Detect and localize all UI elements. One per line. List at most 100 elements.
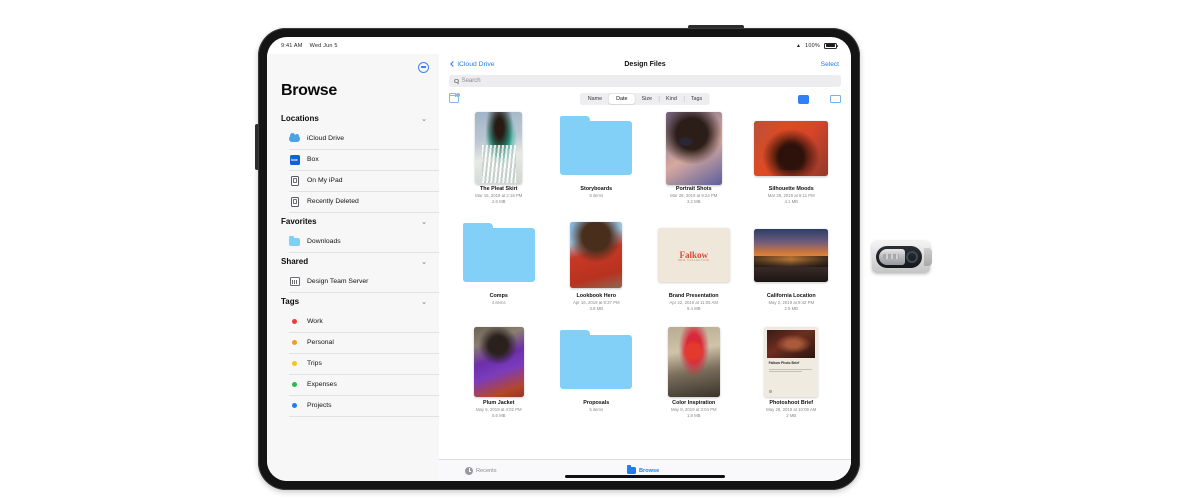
usb-keyring-loop bbox=[906, 251, 918, 263]
sort-tab-name[interactable]: Name bbox=[581, 94, 609, 103]
file-item-count: 4 items bbox=[491, 299, 506, 305]
nav-title: Design Files bbox=[624, 60, 666, 68]
sidebar-item-label: Recently Deleted bbox=[307, 198, 359, 205]
view-mode-group bbox=[798, 94, 841, 104]
sort-tab-kind[interactable]: Kind bbox=[659, 94, 684, 103]
select-button[interactable]: Select bbox=[821, 61, 839, 68]
file-item[interactable]: Silhouette Moods Mar 29, 2019 at 8:11 PM… bbox=[748, 111, 836, 218]
device-volume-button[interactable] bbox=[255, 124, 259, 170]
home-indicator[interactable] bbox=[565, 475, 725, 478]
thumbnail-wrap bbox=[455, 218, 543, 292]
sidebar-section-tags[interactable]: Tags ⌄ bbox=[267, 292, 439, 311]
downloads-folder-icon bbox=[289, 235, 300, 247]
list-view-icon[interactable] bbox=[815, 95, 824, 103]
file-name: Portrait Shots bbox=[675, 186, 712, 192]
file-item[interactable]: Color Inspiration May 8, 2019 at 3:04 PM… bbox=[650, 325, 738, 432]
chevron-down-icon[interactable]: ⌄ bbox=[421, 258, 427, 266]
sidebar-section-locations[interactable]: Locations ⌄ bbox=[267, 109, 439, 128]
sidebar-item-box[interactable]: box Box bbox=[267, 149, 439, 170]
recents-clock-icon bbox=[465, 466, 473, 475]
sort-tab-date[interactable]: Date bbox=[609, 94, 635, 104]
file-item[interactable]: The Pleat Skirt Mar 15, 2019 at 2:18 PM … bbox=[455, 111, 543, 218]
sidebar-item-label: Projects bbox=[307, 402, 332, 409]
thumbnail-brand-sub: NEW COLLECTION bbox=[677, 259, 710, 263]
file-name: Brand Presentation bbox=[668, 293, 719, 299]
thumbnail-wrap bbox=[553, 218, 641, 292]
browse-folder-icon bbox=[627, 465, 636, 474]
grid-view-icon[interactable] bbox=[798, 94, 809, 104]
sidebar-top-bar bbox=[267, 54, 439, 80]
sidebar-item-tag-trips[interactable]: Trips bbox=[267, 353, 439, 374]
sidebar-item-downloads[interactable]: Downloads bbox=[267, 231, 439, 252]
file-item-count: 5 items bbox=[589, 406, 604, 412]
sidebar-scroll[interactable]: Locations ⌄ iCloud Drive box Box On My i… bbox=[267, 109, 439, 481]
file-name: The Pleat Skirt bbox=[480, 186, 518, 192]
file-name: Proposals bbox=[583, 400, 610, 406]
file-item[interactable]: Falkow Photo Brief Photoshoot Brief May … bbox=[748, 325, 836, 432]
chevron-down-icon[interactable]: ⌄ bbox=[421, 115, 427, 123]
tag-dot-icon bbox=[289, 358, 300, 369]
sidebar-item-icloud-drive[interactable]: iCloud Drive bbox=[267, 128, 439, 149]
sidebar-section-shared[interactable]: Shared ⌄ bbox=[267, 252, 439, 271]
sidebar-section-favorites[interactable]: Favorites ⌄ bbox=[267, 212, 439, 231]
file-thumbnail: Falkow Photo Brief bbox=[764, 327, 819, 397]
sidebar: Browse Locations ⌄ iCloud Drive box Box … bbox=[267, 54, 439, 481]
file-item[interactable]: Plum Jacket May 5, 2019 at 4:02 PM 5.6 M… bbox=[455, 325, 543, 432]
sidebar-item-tag-expenses[interactable]: Expenses bbox=[267, 374, 439, 395]
back-button[interactable]: iCloud Drive bbox=[450, 61, 495, 68]
file-size: 4.1 MB bbox=[784, 198, 799, 204]
tab-bar: Recents Browse bbox=[439, 459, 851, 481]
icloud-drive-icon bbox=[289, 132, 300, 144]
sidebar-item-on-my-ipad[interactable]: On My iPad bbox=[267, 170, 439, 191]
search-input[interactable]: Search bbox=[449, 75, 841, 87]
file-size: 2.6 MB bbox=[491, 198, 506, 204]
status-date: Wed Jun 5 bbox=[309, 42, 338, 49]
sidebar-item-label: Personal bbox=[307, 339, 334, 346]
folder-icon bbox=[560, 116, 633, 175]
thumbnail-wrap bbox=[553, 325, 641, 399]
sort-segmented-control: Name Date Size Kind Tags bbox=[579, 93, 711, 105]
file-grid: The Pleat Skirt Mar 15, 2019 at 2:18 PM … bbox=[439, 107, 851, 459]
sidebar-item-tag-personal[interactable]: Personal bbox=[267, 332, 439, 353]
page-title: Browse bbox=[281, 82, 337, 99]
file-item[interactable]: California Location May 2, 2019 at 9:42 … bbox=[748, 218, 836, 325]
file-item[interactable]: Comps 4 items bbox=[455, 218, 543, 325]
thumbnail-doc-rule bbox=[768, 369, 812, 370]
chevron-down-icon[interactable]: ⌄ bbox=[421, 298, 427, 306]
chevron-down-icon[interactable]: ⌄ bbox=[421, 218, 427, 226]
thumbnail-doc-image bbox=[767, 329, 816, 358]
ipad-device: 9:41 AM Wed Jun 5 ▲ 100% Browse Location… bbox=[255, 25, 860, 490]
file-item[interactable]: Storyboards 8 items bbox=[553, 111, 641, 218]
thumbnail-wrap: Falkow Photo Brief bbox=[748, 325, 836, 399]
sort-tab-tags[interactable]: Tags bbox=[683, 94, 709, 103]
thumbnail-wrap bbox=[748, 218, 836, 292]
sidebar-item-recently-deleted[interactable]: Recently Deleted bbox=[267, 191, 439, 212]
sidebar-item-design-team-server[interactable]: Design Team Server bbox=[267, 271, 439, 292]
file-name: California Location bbox=[766, 293, 816, 299]
file-name: Plum Jacket bbox=[483, 400, 515, 406]
file-size: 3.8 MB bbox=[589, 305, 604, 311]
thumbnail-wrap bbox=[650, 325, 738, 399]
file-item[interactable]: Portrait Shots Mar 28, 2019 at 9:24 PM 3… bbox=[650, 111, 738, 218]
file-name: Color Inspiration bbox=[672, 400, 716, 406]
hide-sidebar-icon[interactable] bbox=[418, 61, 429, 73]
tab-recents[interactable]: Recents bbox=[465, 466, 497, 475]
search-icon bbox=[454, 78, 459, 84]
ipad-screen: 9:41 AM Wed Jun 5 ▲ 100% Browse Location… bbox=[267, 37, 851, 481]
tab-browse[interactable]: Browse bbox=[627, 465, 659, 474]
sidebar-item-tag-projects[interactable]: Projects bbox=[267, 395, 439, 416]
new-folder-icon[interactable] bbox=[448, 93, 461, 103]
file-item[interactable]: Falkow NEW COLLECTION Brand Presentation… bbox=[650, 218, 738, 325]
file-name: Comps bbox=[489, 293, 508, 299]
sidebar-item-tag-work[interactable]: Work bbox=[267, 311, 439, 332]
file-item[interactable]: Lookbook Hero Apr 16, 2019 at 8:37 PM 3.… bbox=[553, 218, 641, 325]
chevron-left-icon bbox=[450, 61, 456, 67]
file-thumbnail bbox=[667, 327, 720, 397]
battery-icon bbox=[824, 42, 838, 49]
file-item[interactable]: Proposals 5 items bbox=[553, 325, 641, 432]
column-view-icon[interactable] bbox=[830, 95, 841, 103]
file-thumbnail bbox=[570, 222, 623, 288]
file-name: Storyboards bbox=[580, 186, 613, 192]
sort-tab-size[interactable]: Size bbox=[635, 94, 660, 103]
status-bar-right: ▲ 100% bbox=[796, 42, 838, 49]
